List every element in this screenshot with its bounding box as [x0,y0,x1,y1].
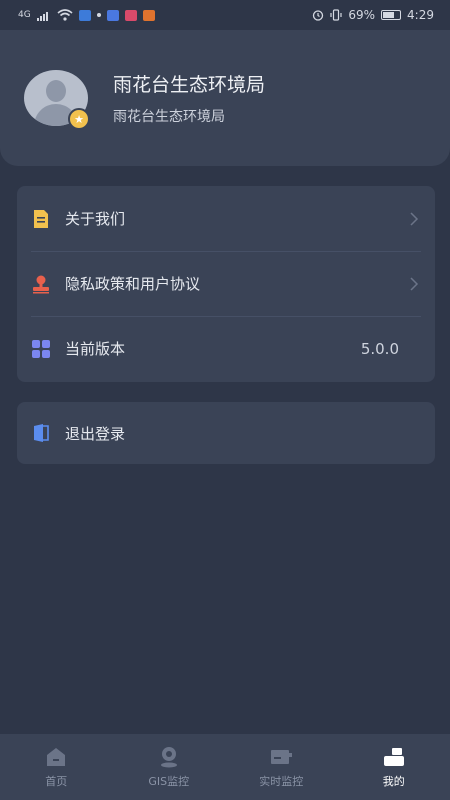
bottom-tab-bar: 首页 GIS监控 实时监控 我的 [0,734,450,800]
menu-item-label: 当前版本 [65,340,126,358]
battery-icon [381,10,402,20]
tab-realtime-monitor[interactable]: 实时监控 [225,734,338,800]
avatar-head [46,80,66,102]
news-app-icon [142,9,155,21]
profile-name: 雨花台生态环境局 [113,74,266,96]
video-app-icon [124,9,137,21]
document-icon [34,209,48,228]
menu-item-about-us[interactable]: 关于我们 [17,186,435,251]
vibrate-icon [330,9,342,21]
tab-gis-monitor[interactable]: GIS监控 [113,734,226,800]
chevron-right-icon [410,211,419,226]
alarm-icon [313,10,324,21]
profile-card: ★ 雨花台生态环境局 雨花台生态环境局 [0,30,450,166]
menu-item-privacy-policy[interactable]: 隐私政策和用户协议 [17,251,435,316]
settings-menu: 关于我们 隐私政策和用户协议 当前版本 5.0.0 [17,186,435,382]
menu-item-current-version[interactable]: 当前版本 5.0.0 [17,316,435,381]
battery-percent: 69% [348,8,376,22]
tab-mine[interactable]: 我的 [338,734,450,800]
star-badge-icon: ★ [68,108,90,130]
menu-item-label: 隐私政策和用户协议 [65,275,201,293]
profile-icon [383,747,404,766]
tab-label: 实时监控 [259,774,304,788]
notification-app-icon [106,9,119,21]
battery-level [383,12,395,18]
profile-subtitle: 雨花台生态环境局 [113,109,225,125]
wifi-icon [57,9,73,21]
tab-label: GIS监控 [148,774,190,788]
status-bar: 4G 69% 4:29 [0,0,450,30]
stamp-icon [33,275,49,293]
tab-label: 首页 [45,774,68,788]
home-icon [47,747,66,766]
grid-apps-icon [32,339,50,358]
signal-text: 4G [18,10,31,20]
logout-button[interactable]: 退出登录 [17,402,435,464]
chevron-right-icon [410,276,419,291]
signal-icon [36,11,48,21]
status-left: 4G [18,9,155,21]
status-right: 69% 4:29 [312,8,434,22]
menu-item-label: 关于我们 [65,210,126,228]
version-value: 5.0.0 [360,339,399,358]
logout-label: 退出登录 [65,424,126,443]
monitor-icon [271,749,293,764]
clock: 4:29 [407,8,434,22]
shield-app-icon [78,9,91,21]
dot-icon [96,13,101,17]
location-pin-icon [160,746,177,767]
tab-home[interactable]: 首页 [0,734,113,800]
tab-label: 我的 [382,774,405,788]
door-exit-icon [34,424,49,442]
